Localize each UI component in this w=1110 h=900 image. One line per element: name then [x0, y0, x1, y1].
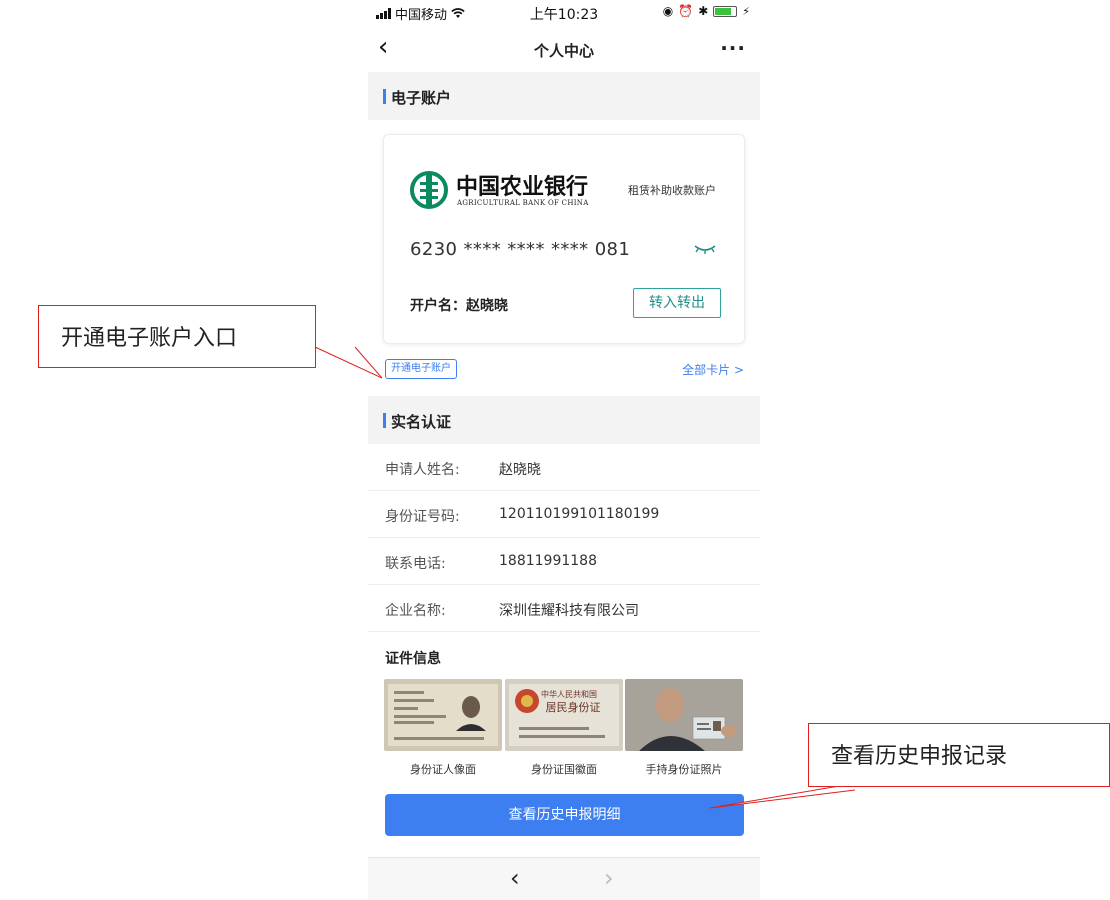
account-holder: 开户名：赵晓晓: [410, 298, 508, 314]
lock-rotation-icon: ◉: [662, 4, 674, 18]
info-label: 申请人姓名:: [385, 462, 460, 478]
info-row-company: 企业名称: 深圳佳耀科技有限公司: [368, 585, 760, 632]
browser-bottom-bar: ‹ ›: [368, 857, 760, 900]
info-value: 18811991188: [499, 553, 597, 569]
id-front-thumbnail[interactable]: [384, 679, 502, 751]
bank-card[interactable]: 中国农业银行 AGRICULTURAL BANK OF CHINA 租赁补助收款…: [383, 134, 745, 344]
bank-name: 中国农业银行: [456, 174, 589, 200]
thumb-caption: 手持身份证照片: [645, 763, 723, 776]
info-label: 联系电话:: [385, 556, 446, 572]
status-bar: 中国移动 上午10:23 ◉ ⏰ ✱ ⚡: [368, 0, 760, 24]
section-header-e-account: 电子账户: [368, 72, 760, 120]
card-number: 6230 **** **** **** 081: [410, 239, 631, 260]
view-history-button[interactable]: 查看历史申报明细: [385, 794, 744, 836]
account-type: 租赁补助收款账户: [628, 184, 716, 197]
section-title: 电子账户: [391, 89, 452, 107]
bank-name-en: AGRICULTURAL BANK OF CHINA: [457, 199, 589, 207]
back-arrow-icon[interactable]: ‹: [510, 864, 520, 892]
forward-arrow-icon[interactable]: ›: [604, 864, 614, 892]
page-title: 个人中心: [533, 42, 594, 60]
thumb-caption: 身份证人像面: [410, 763, 476, 776]
info-value: 深圳佳耀科技有限公司: [499, 603, 639, 619]
annotated-screenshot: 中国移动 上午10:23 ◉ ⏰ ✱ ⚡ ‹ 个人中心 ··· 电子账户 中国农…: [0, 0, 1110, 900]
id-back-thumbnail[interactable]: 中华人民共和国 居民身份证: [505, 679, 623, 751]
handheld-id-thumbnail[interactable]: [625, 679, 743, 751]
certificates-title: 证件信息: [385, 651, 441, 667]
id-front-image: [384, 679, 502, 751]
section-header-real-name: 实名认证: [368, 396, 760, 444]
handheld-id-image: [625, 679, 743, 751]
battery-icon: [713, 5, 738, 17]
info-value: 120110199101180199: [499, 506, 660, 522]
phone-screen: 中国移动 上午10:23 ◉ ⏰ ✱ ⚡ ‹ 个人中心 ··· 电子账户 中国农…: [368, 0, 760, 900]
thumb-caption: 身份证国徽面: [531, 763, 597, 776]
abc-bank-logo-icon: [410, 171, 448, 209]
more-menu-icon[interactable]: ···: [720, 36, 746, 60]
info-value: 赵晓晓: [499, 462, 541, 478]
callout-open-account: 开通电子账户入口: [38, 305, 316, 368]
info-row-phone: 联系电话: 18811991188: [368, 538, 760, 585]
nav-bar: ‹ 个人中心 ···: [368, 28, 760, 70]
id-back-text-2: 居民身份证: [546, 700, 601, 714]
open-e-account-button[interactable]: 开通电子账户: [385, 359, 457, 379]
callout-text: 查看历史申报记录: [831, 744, 1008, 769]
info-label: 身份证号码:: [385, 509, 460, 525]
info-label: 企业名称:: [385, 603, 446, 619]
callout-history: 查看历史申报记录: [808, 723, 1110, 787]
callout-text: 开通电子账户入口: [61, 326, 238, 351]
info-row-applicant-name: 申请人姓名: 赵晓晓: [368, 444, 760, 491]
all-cards-link[interactable]: 全部卡片 >: [682, 361, 744, 378]
section-accent-bar: [383, 89, 386, 104]
charging-icon: ⚡: [742, 4, 750, 18]
id-back-text-1: 中华人民共和国: [541, 689, 597, 699]
transfer-button[interactable]: 转入转出: [633, 288, 721, 318]
section-title: 实名认证: [391, 413, 452, 431]
info-row-id-number: 身份证号码: 120110199101180199: [368, 491, 760, 538]
alarm-icon: ⏰: [678, 4, 694, 18]
bluetooth-icon: ✱: [698, 4, 709, 18]
section-accent-bar: [383, 413, 386, 428]
eye-closed-icon[interactable]: [694, 242, 716, 256]
id-back-image: 中华人民共和国 居民身份证: [505, 679, 623, 751]
